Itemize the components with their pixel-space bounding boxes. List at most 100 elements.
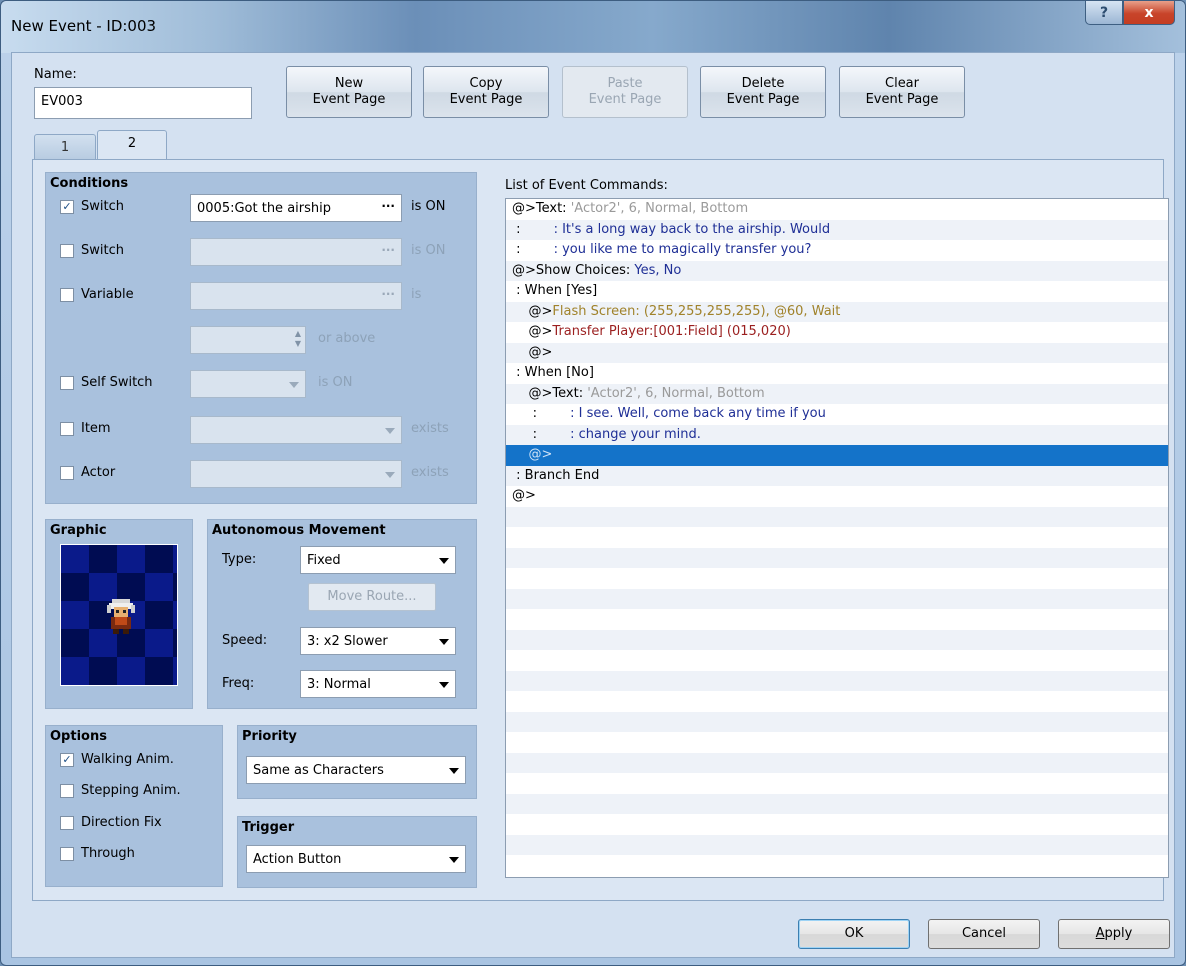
command-row[interactable]: @>Transfer Player:[001:Field] (015,020) [506,322,1168,343]
event-graphic[interactable] [60,544,178,686]
event-commands-list[interactable]: @>Text: 'Actor2', 6, Normal, Bottom : : … [505,198,1169,878]
speed-dropdown[interactable]: 3: x2 Slower [300,627,456,655]
walking-anim-checkbox[interactable]: ✓ [60,753,74,767]
switch1-selector[interactable]: 0005:Got the airship ··· [190,194,402,222]
command-text: @> [512,324,553,339]
close-icon: x [1144,4,1154,21]
command-row[interactable]: @> [506,445,1168,466]
self-switch-checkbox[interactable] [60,376,74,390]
empty-command-row[interactable] [506,650,1168,671]
empty-command-row[interactable] [506,609,1168,630]
title-bar[interactable]: New Event - ID:003 ? x [1,1,1185,53]
command-text: : It's a long way back to the airship. W… [553,221,831,237]
priority-dropdown[interactable]: Same as Characters [246,756,466,784]
variable-suffix: is [411,287,422,302]
clear-event-page-label-1: Clear [885,76,919,91]
character-sprite-icon [107,599,135,634]
actor-checkbox[interactable] [60,466,74,480]
command-row[interactable]: : When [Yes] [506,281,1168,302]
empty-command-row[interactable] [506,834,1168,855]
paste-event-page-button[interactable]: Paste Event Page [562,66,688,118]
empty-command-row[interactable] [506,711,1168,732]
delete-event-page-button[interactable]: Delete Event Page [700,66,826,118]
stepping-anim-checkbox[interactable] [60,784,74,798]
event-page-panel: Conditions ✓ Switch 0005:Got the airship… [32,159,1169,901]
command-row[interactable]: : : change your mind. [506,424,1168,445]
empty-command-row[interactable] [506,793,1168,814]
command-row[interactable]: @>Flash Screen: (255,255,255,255), @60, … [506,301,1168,322]
command-text: @> [512,447,553,462]
command-row[interactable]: : : I see. Well, come back any time if y… [506,404,1168,425]
close-button[interactable]: x [1123,1,1175,25]
move-route-button[interactable]: Move Route... [308,583,436,611]
empty-command-row[interactable] [506,588,1168,609]
empty-command-row[interactable] [506,547,1168,568]
empty-command-row[interactable] [506,670,1168,691]
actor-dropdown[interactable] [190,460,402,488]
switch1-checkbox[interactable]: ✓ [60,200,74,214]
walking-anim-label: Walking Anim. [81,752,174,767]
chevron-down-icon [385,472,395,478]
apply-button[interactable]: Apply [1058,919,1170,949]
type-value: Fixed [307,553,341,568]
command-row[interactable]: @>Text: 'Actor2', 6, Normal, Bottom [506,199,1168,220]
item-checkbox[interactable] [60,422,74,436]
cancel-button[interactable]: Cancel [928,919,1040,949]
chevron-down-icon [449,768,459,774]
direction-fix-checkbox[interactable] [60,816,74,830]
through-checkbox[interactable] [60,847,74,861]
tab-page-2[interactable]: 2 [97,130,167,161]
trigger-dropdown[interactable]: Action Button [246,845,466,873]
chevron-down-icon [449,857,459,863]
ok-button[interactable]: OK [798,919,910,949]
help-button[interactable]: ? [1085,1,1123,25]
empty-command-row[interactable] [506,691,1168,712]
self-switch-dropdown[interactable] [190,370,306,398]
command-row[interactable]: : Branch End [506,465,1168,486]
type-dropdown[interactable]: Fixed [300,546,456,574]
new-event-page-button[interactable]: New Event Page [286,66,412,118]
ellipsis-icon: ··· [381,199,395,213]
ellipsis-icon: ··· [381,243,395,257]
copy-event-page-label-2: Event Page [449,92,523,107]
variable-checkbox[interactable] [60,288,74,302]
command-text: 'Actor2', 6, Normal, Bottom [570,201,749,216]
switch2-selector[interactable]: ··· [190,238,402,266]
command-row[interactable]: @>Text: 'Actor2', 6, Normal, Bottom [506,383,1168,404]
command-row[interactable]: @>Show Choices: Yes, No [506,260,1168,281]
command-text: @> [512,488,536,503]
empty-command-row[interactable] [506,629,1168,650]
empty-command-row[interactable] [506,752,1168,773]
empty-command-row[interactable] [506,814,1168,835]
item-dropdown[interactable] [190,416,402,444]
delete-event-page-label-2: Event Page [726,92,800,107]
autonomous-title: Autonomous Movement [212,523,386,538]
command-text: : [512,406,571,421]
clear-event-page-button[interactable]: Clear Event Page [839,66,965,118]
name-input[interactable]: EV003 [34,87,252,119]
empty-command-row[interactable] [506,506,1168,527]
copy-event-page-button[interactable]: Copy Event Page [423,66,549,118]
command-text: : change your mind. [570,426,701,442]
command-text: : you like me to magically transfer you? [553,242,812,257]
empty-command-row[interactable] [506,732,1168,753]
empty-command-row[interactable] [506,527,1168,548]
command-row[interactable]: : : It's a long way back to the airship.… [506,219,1168,240]
self-switch-label: Self Switch [81,375,153,390]
variable-selector[interactable]: ··· [190,282,402,310]
freq-dropdown[interactable]: 3: Normal [300,670,456,698]
switch2-checkbox[interactable] [60,244,74,258]
tab-page-1[interactable]: 1 [34,134,96,160]
command-row[interactable]: @> [506,342,1168,363]
variable-amount-spinner[interactable]: ▲ ▼ [190,326,306,354]
empty-command-row[interactable] [506,855,1168,876]
ellipsis-icon: ··· [381,287,395,301]
options-title: Options [50,729,107,744]
command-row[interactable]: : : you like me to magically transfer yo… [506,240,1168,261]
command-row[interactable]: : When [No] [506,363,1168,384]
empty-command-row[interactable] [506,568,1168,589]
spinner-arrows-icon[interactable]: ▲ ▼ [295,329,301,349]
command-row[interactable]: @> [506,486,1168,507]
graphic-title: Graphic [50,523,107,538]
empty-command-row[interactable] [506,773,1168,794]
